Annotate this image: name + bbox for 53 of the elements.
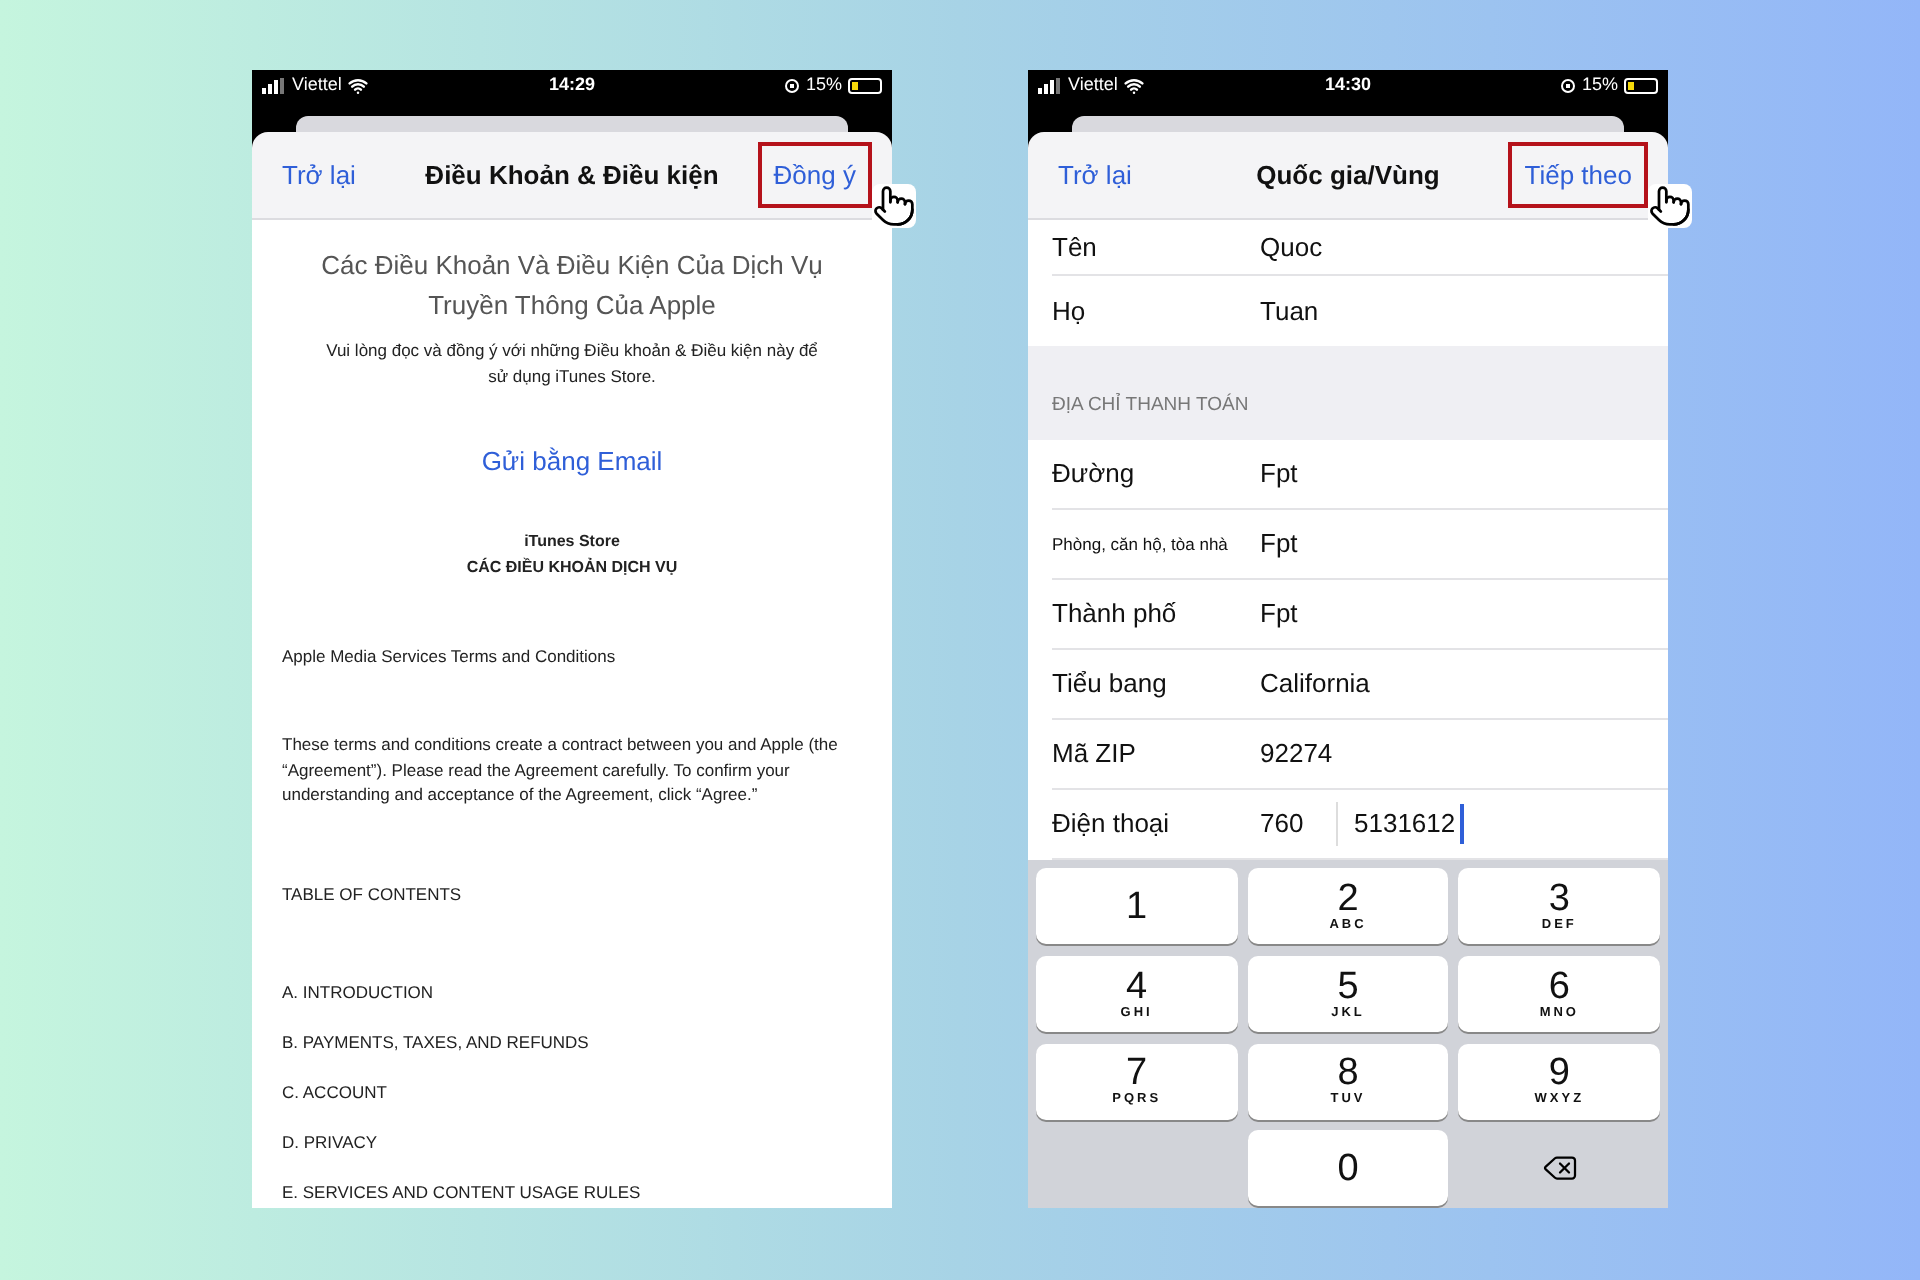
field-label: Mã ZIP xyxy=(1052,736,1138,773)
terms-heading: Các Điều Khoản Và Điều Kiện Của Dịch Vụ Truyền Thông Của Apple xyxy=(319,248,825,324)
carrier-name: Viettel xyxy=(1068,72,1118,99)
field-label: Đường xyxy=(1052,456,1137,493)
toc-item: B. PAYMENTS, TAXES, AND REFUNDS xyxy=(282,1030,591,1055)
field-value[interactable]: Fpt xyxy=(1260,594,1298,634)
carrier-name: Viettel xyxy=(292,72,342,99)
terms-paragraph: These terms and conditions create a contract between you and Apple (the “Agreement”). Please read the Agreement carefully. To confirm your understanding and acceptance of the Agreement, click “Agree.” xyxy=(282,732,840,807)
wifi-icon xyxy=(1123,76,1144,96)
field-value[interactable]: 92274 xyxy=(1260,734,1333,774)
back-button[interactable]: Trở lại xyxy=(272,155,366,195)
back-button[interactable]: Trở lại xyxy=(1048,155,1142,195)
wifi-icon xyxy=(347,76,368,96)
orientation-lock-icon xyxy=(783,78,800,94)
status-time: 14:29 xyxy=(548,72,596,99)
store-name: iTunes Store xyxy=(522,529,622,553)
toc-item: A. INTRODUCTION xyxy=(282,980,436,1005)
orientation-lock-icon xyxy=(1559,78,1576,94)
battery-icon xyxy=(848,78,882,94)
keypad-key[interactable]: 0 xyxy=(1247,1130,1449,1207)
keypad-key[interactable]: 1 xyxy=(1036,868,1238,944)
field-value[interactable]: Quoc xyxy=(1260,227,1323,267)
terms-subtitle: CÁC ĐIỀU KHOẢN DỊCH VỤ xyxy=(464,555,680,579)
toc-item: C. ACCOUNT xyxy=(282,1080,389,1105)
toc-item: D. PRIVACY xyxy=(282,1130,380,1155)
field-label: Tiểu bang xyxy=(1052,666,1169,703)
field-value[interactable]: Fpt xyxy=(1260,454,1298,494)
email-link[interactable]: Gửi bằng Email xyxy=(481,442,663,481)
toc-heading: TABLE OF CONTENTS xyxy=(282,881,464,907)
nav-title: Quốc gia/Vùng xyxy=(1256,157,1440,194)
signal-icon xyxy=(262,78,286,94)
field-value[interactable]: California xyxy=(1260,664,1370,704)
field-label: Điện thoại xyxy=(1052,806,1172,843)
terms-intro: Vui lòng đọc và đồng ý với những Điều khoản & Điều kiện này để sử dụng iTunes Store. xyxy=(324,338,820,390)
field-label: Thành phố xyxy=(1052,596,1179,633)
nav-title: Điều Khoản & Điều kiện xyxy=(425,157,719,194)
field-value[interactable]: Fpt xyxy=(1260,524,1298,564)
terms-paragraph: Apple Media Services Terms and Conditions xyxy=(282,643,618,668)
battery-percent: 15% xyxy=(1581,72,1618,99)
field-label: Họ xyxy=(1052,293,1088,330)
next-button[interactable]: Đồng ý xyxy=(757,141,872,209)
toc-item: E. SERVICES AND CONTENT USAGE RULES xyxy=(282,1180,643,1205)
battery-percent: 15% xyxy=(805,72,842,99)
phone-number-field[interactable]: 5131612 xyxy=(1354,804,1464,844)
status-time: 14:30 xyxy=(1324,72,1372,99)
field-label: Tên xyxy=(1052,229,1099,266)
field-label: Phòng, căn hộ, tòa nhà xyxy=(1052,531,1230,557)
section-title: ĐỊA CHỈ THANH TOÁN xyxy=(1052,391,1249,420)
field-value[interactable]: Tuan xyxy=(1260,291,1319,331)
battery-icon xyxy=(1624,78,1658,94)
next-button[interactable]: Tiếp theo xyxy=(1508,141,1648,209)
signal-icon xyxy=(1038,78,1062,94)
area-code-field[interactable]: 760 xyxy=(1260,804,1336,844)
